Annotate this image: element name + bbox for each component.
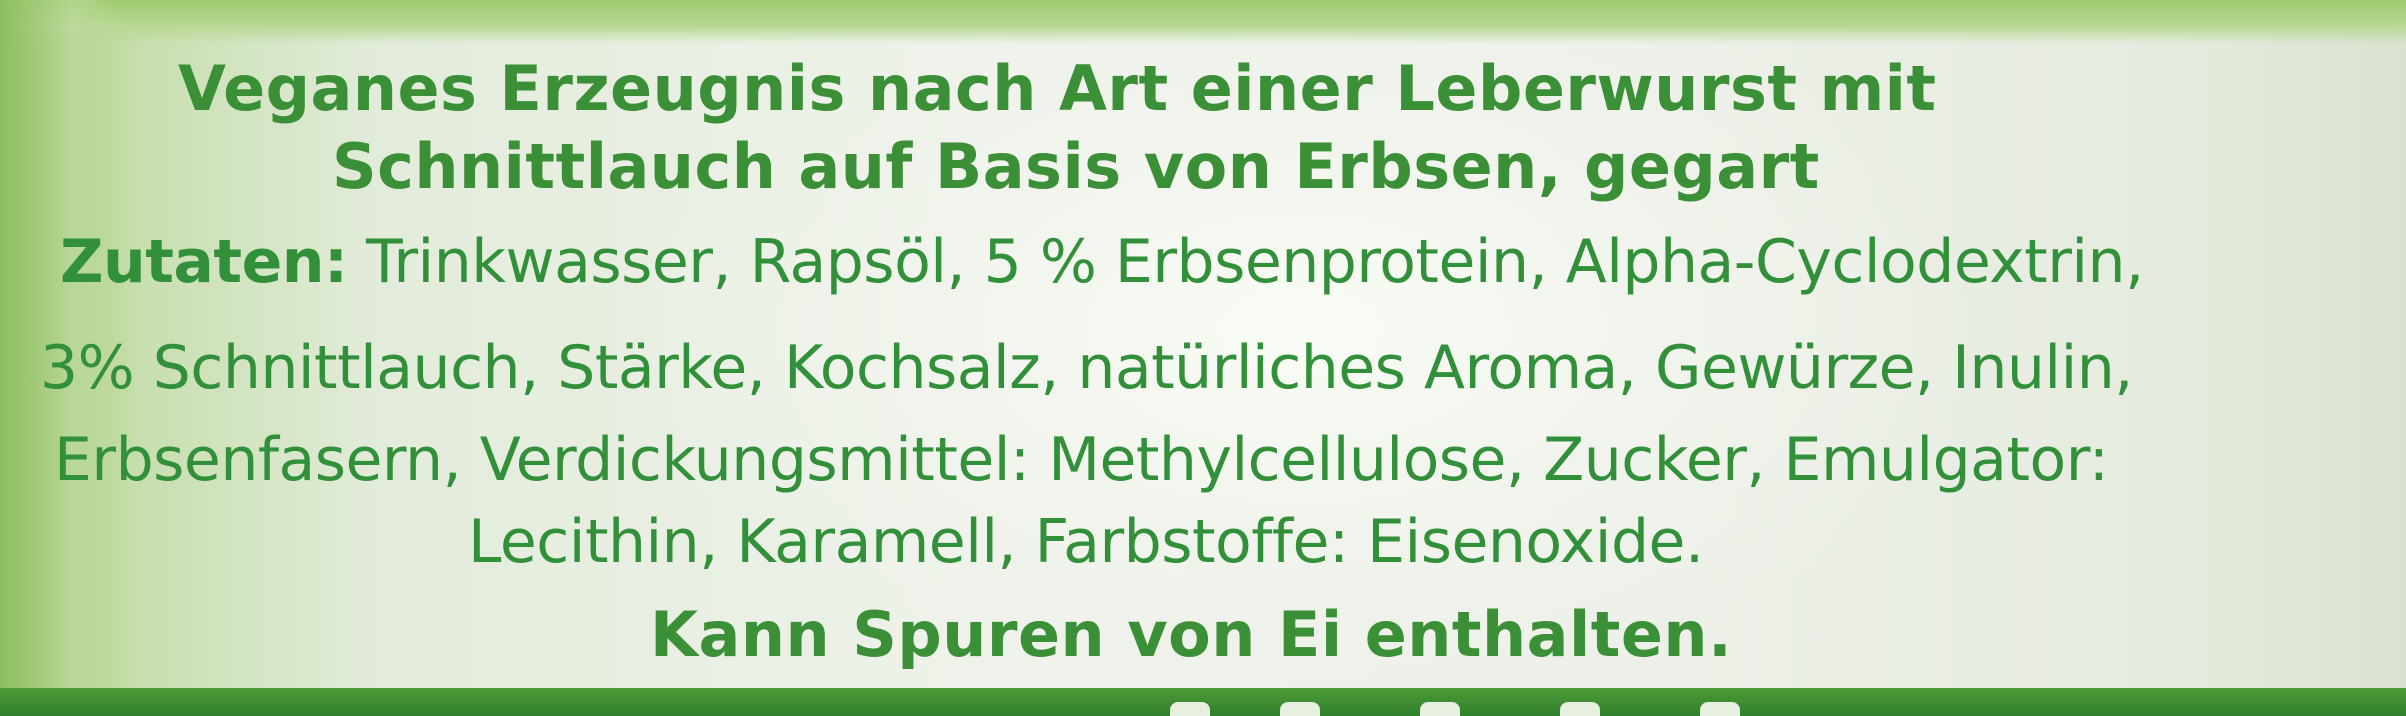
- bottom-band-text-fragment: [1160, 688, 1780, 716]
- ingredients-line-1-text: Trinkwasser, Rapsöl, 5 % Erbsenprotein, …: [347, 227, 2144, 297]
- allergen-note: Kann Spuren von Ei enthalten.: [650, 598, 1733, 671]
- ingredients-line-2: 3% Schnittlauch, Stärke, Kochsalz, natür…: [40, 333, 2133, 403]
- product-title-line-1: Veganes Erzeugnis nach Art einer Leberwu…: [178, 52, 1937, 125]
- top-green-band: [0, 0, 2406, 44]
- ingredients-line-3: Erbsenfasern, Verdickungsmittel: Methylc…: [54, 425, 2109, 495]
- product-title-line-2: Schnittlauch auf Basis von Erbsen, gegar…: [332, 130, 1820, 203]
- ingredients-line-4: Lecithin, Karamell, Farbstoffe: Eisenoxi…: [468, 507, 1704, 577]
- ingredients-line-1: Zutaten: Trinkwasser, Rapsöl, 5 % Erbsen…: [60, 232, 2144, 292]
- ingredients-label: Zutaten:: [60, 227, 348, 297]
